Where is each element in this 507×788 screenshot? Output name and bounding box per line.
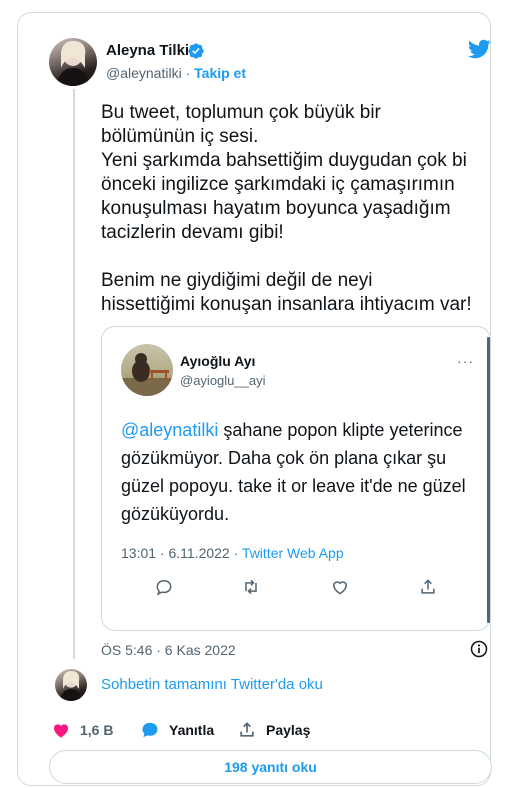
- speech-bubble-icon: [142, 722, 158, 738]
- author-handle-row: @aleynatilki · Takip et: [106, 63, 246, 83]
- conversation-avatar[interactable]: [55, 669, 87, 701]
- scrollbar[interactable]: [487, 337, 490, 623]
- quoted-tweet-time[interactable]: 13:01 · 6.11.2022 ·: [121, 545, 242, 561]
- share-label: Paylaş: [266, 722, 311, 738]
- quoted-tweet-text: @aleynatilki şahane popon klipte yeterin…: [121, 416, 471, 528]
- author-avatar[interactable]: [49, 38, 97, 86]
- reply-icon[interactable]: [154, 577, 174, 597]
- upload-icon: [240, 722, 254, 737]
- read-replies-button[interactable]: 198 yanıtı oku: [49, 750, 492, 784]
- author-name[interactable]: Aleyna Tilki: [106, 41, 189, 61]
- quoted-author-name[interactable]: Ayıoğlu Ayı: [180, 352, 255, 370]
- like-button[interactable]: 1,6 B: [51, 719, 113, 741]
- separator: ·: [185, 65, 191, 81]
- more-icon[interactable]: ···: [457, 353, 474, 369]
- heart-icon: [53, 724, 69, 738]
- verified-badge-icon: [188, 43, 204, 59]
- like-icon[interactable]: [330, 577, 350, 597]
- twitter-bird-icon[interactable]: [467, 37, 491, 61]
- like-count: 1,6 B: [80, 722, 114, 738]
- quoted-tweet[interactable]: Ayıoğlu Ayı @ayioglu__ayi ··· @aleynatil…: [101, 326, 491, 631]
- tweet-timestamp[interactable]: ÖS 5:46 · 6 Kas 2022: [101, 640, 236, 660]
- quoted-tweet-meta: 13:01 · 6.11.2022 · Twitter Web App: [121, 543, 344, 563]
- tweet-action-bar: 1,6 B Yanıtla Paylaş: [51, 719, 451, 741]
- author-handle[interactable]: @aleynatilki: [106, 65, 182, 81]
- reply-button[interactable]: Yanıtla: [140, 719, 214, 741]
- share-icon[interactable]: [418, 577, 438, 597]
- info-icon[interactable]: [469, 639, 489, 659]
- quoted-author-handle[interactable]: @ayioglu__ayi: [180, 372, 265, 390]
- quoted-author-avatar[interactable]: [121, 344, 173, 396]
- follow-button[interactable]: Takip et: [194, 65, 246, 81]
- quoted-tweet-actions: [102, 577, 487, 601]
- read-conversation-link[interactable]: Sohbetin tamamını Twitter'da oku: [101, 675, 323, 695]
- embedded-tweet-card: Aleyna Tilki @aleynatilki · Takip et Bu …: [17, 12, 492, 786]
- quoted-tweet-source[interactable]: Twitter Web App: [242, 545, 344, 561]
- share-button[interactable]: Paylaş: [237, 719, 310, 741]
- tweet-text: Bu tweet, toplumun çok büyük bir bölümün…: [101, 102, 472, 315]
- retweet-icon[interactable]: [241, 577, 261, 597]
- mention-link[interactable]: @aleynatilki: [121, 420, 218, 440]
- reply-label: Yanıtla: [169, 722, 215, 738]
- thread-line: [73, 89, 75, 659]
